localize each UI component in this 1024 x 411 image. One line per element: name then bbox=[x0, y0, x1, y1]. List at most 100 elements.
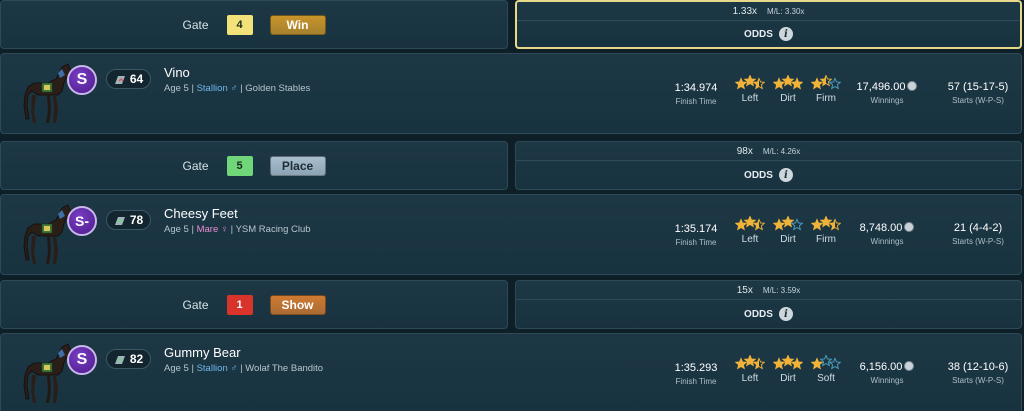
morning-line-odds: M/L: 3.30x bbox=[767, 6, 805, 16]
finish-time-caption: Finish Time bbox=[675, 97, 717, 106]
horse-name[interactable]: Vino bbox=[164, 65, 190, 80]
gate-panel: Gate 1 Show bbox=[0, 280, 508, 329]
odds-footer: ODDS i bbox=[744, 161, 793, 189]
winnings-value: 6,156.00 bbox=[859, 361, 903, 373]
odds-values: 1.33x M/L: 3.30x bbox=[733, 2, 805, 20]
odds-label: ODDS bbox=[744, 169, 773, 181]
result-place-button[interactable]: Place bbox=[269, 155, 326, 176]
winnings-caption: Winnings bbox=[870, 96, 904, 105]
starts-caption: Starts (W-P-S) bbox=[952, 96, 1004, 105]
preference-label: Left bbox=[741, 373, 759, 384]
separator: | bbox=[228, 224, 236, 235]
horse-stable: Golden Stables bbox=[245, 83, 311, 94]
starts-caption: Starts (W-P-S) bbox=[952, 237, 1004, 246]
starts: 21 (4-4-2) Starts (W-P-S) bbox=[940, 222, 1016, 246]
info-icon[interactable]: i bbox=[778, 168, 793, 182]
horse-gender: Mare ♀ bbox=[196, 224, 228, 235]
winnings-value: 17,496.00 bbox=[856, 81, 906, 93]
preference-label: Soft bbox=[817, 373, 835, 384]
preference-label: Left bbox=[741, 234, 759, 245]
winnings: 6,156.00 Winnings bbox=[850, 361, 924, 385]
odds-values: 98x M/L: 4.26x bbox=[737, 142, 800, 160]
gate-panel: Gate 4 Win bbox=[0, 0, 508, 49]
horse-details: Age 5 | Mare ♀ | YSM Racing Club bbox=[164, 224, 311, 235]
starts-value: 57 (15-17-5) bbox=[947, 81, 1009, 93]
result-show-button[interactable]: Show bbox=[269, 294, 326, 315]
coin-icon bbox=[904, 361, 915, 371]
gate-label: Gate bbox=[182, 17, 209, 32]
winnings-value-row: 17,496.00 bbox=[850, 81, 924, 93]
finish-time-caption: Finish Time bbox=[675, 238, 717, 247]
preference-label: Dirt bbox=[780, 234, 796, 245]
horse-age: Age 5 bbox=[164, 363, 189, 374]
preference-dirt: Dirt bbox=[772, 216, 804, 245]
horse-details: Age 5 | Stallion ♂ | Wolaf The Bandito bbox=[164, 363, 323, 374]
winnings-caption: Winnings bbox=[870, 376, 904, 385]
stars bbox=[734, 75, 766, 91]
horse-name[interactable]: Cheesy Feet bbox=[164, 206, 238, 221]
info-icon[interactable]: i bbox=[778, 27, 793, 41]
info-icon[interactable]: i bbox=[778, 307, 793, 321]
rating-value: 64 bbox=[129, 72, 144, 86]
rating-icon bbox=[114, 354, 126, 364]
starts-caption: Starts (W-P-S) bbox=[952, 376, 1004, 385]
odds-label: ODDS bbox=[744, 28, 773, 40]
preference-firm: Firm bbox=[810, 75, 842, 104]
rating-icon bbox=[114, 215, 126, 225]
preference-left: Left bbox=[734, 75, 766, 104]
gate-number-badge: 4 bbox=[226, 14, 253, 35]
separator: | bbox=[188, 363, 197, 374]
winnings-value: 8,748.00 bbox=[859, 222, 903, 234]
stars bbox=[810, 355, 842, 371]
morning-line-odds: M/L: 4.26x bbox=[762, 146, 801, 156]
star-rating-icon bbox=[773, 355, 803, 370]
rating-badge: 78 bbox=[106, 210, 151, 230]
odds-label: ODDS bbox=[744, 308, 773, 320]
odds-footer: ODDS i bbox=[744, 21, 793, 47]
stars bbox=[772, 355, 804, 371]
stars bbox=[734, 355, 766, 371]
preference-left: Left bbox=[734, 216, 766, 245]
horse-age: Age 5 bbox=[164, 83, 189, 94]
morning-line-odds: M/L: 3.59x bbox=[762, 285, 801, 295]
star-rating-icon bbox=[811, 216, 841, 231]
stars bbox=[772, 75, 804, 91]
rating-badge: 64 bbox=[106, 69, 151, 89]
starts-value: 38 (12-10-6) bbox=[947, 361, 1009, 373]
winnings-caption: Winnings bbox=[870, 237, 904, 246]
odds-value: 98x bbox=[736, 145, 753, 157]
stars bbox=[810, 75, 842, 91]
star-rating-icon bbox=[811, 75, 841, 90]
gate-label: Gate bbox=[182, 158, 209, 173]
horse-name[interactable]: Gummy Bear bbox=[164, 345, 241, 360]
finish-time-value: 1:35.293 bbox=[674, 362, 718, 374]
coin-icon bbox=[907, 81, 918, 91]
finish-time: 1:35.293 Finish Time bbox=[666, 362, 726, 386]
coin-icon bbox=[904, 222, 915, 232]
gate-number-badge: 5 bbox=[226, 155, 253, 176]
preference-label: Dirt bbox=[780, 373, 796, 384]
preference-left: Left bbox=[734, 355, 766, 384]
odds-value: 1.33x bbox=[732, 5, 758, 17]
star-outline bbox=[828, 77, 841, 90]
horse-stable: YSM Racing Club bbox=[235, 224, 311, 235]
stars bbox=[734, 216, 766, 232]
separator: | bbox=[188, 224, 197, 235]
stars bbox=[810, 216, 842, 232]
odds-panel: 1.33x M/L: 3.30x ODDS i bbox=[515, 0, 1022, 49]
preference-firm: Firm bbox=[810, 216, 842, 245]
star-outline bbox=[790, 218, 803, 231]
preference-soft: Soft bbox=[810, 355, 842, 384]
preference-label: Dirt bbox=[780, 93, 796, 104]
preference-label: Left bbox=[741, 93, 759, 104]
finish-time: 1:34.974 Finish Time bbox=[666, 82, 726, 106]
preference-dirt: Dirt bbox=[772, 355, 804, 384]
star-rating-icon bbox=[811, 355, 841, 370]
result-win-button[interactable]: Win bbox=[269, 14, 326, 35]
starts: 38 (12-10-6) Starts (W-P-S) bbox=[940, 361, 1016, 385]
horse-gender: Stallion ♂ bbox=[196, 83, 238, 94]
preference-label: Firm bbox=[816, 234, 836, 245]
star-rating-icon bbox=[735, 75, 765, 90]
winnings: 8,748.00 Winnings bbox=[850, 222, 924, 246]
rating-badge: 82 bbox=[106, 349, 151, 369]
